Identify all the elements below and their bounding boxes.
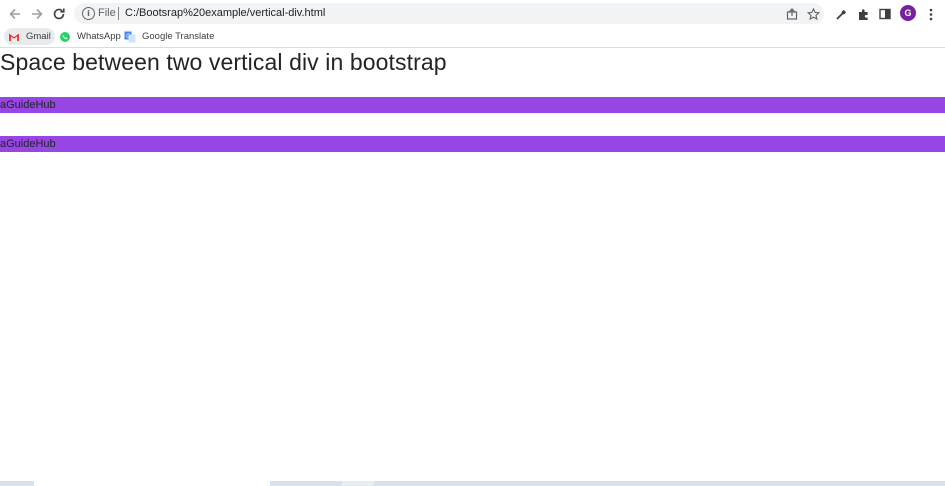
arrow-right-icon: [32, 8, 43, 20]
forward-button[interactable]: [27, 4, 47, 24]
whatsapp-icon: [60, 31, 70, 42]
menu-button[interactable]: [922, 5, 940, 23]
bookmark-google-translate[interactable]: G Google Translate: [120, 28, 218, 45]
bookmark-gmail[interactable]: Gmail: [4, 28, 55, 45]
side-panel-icon: [879, 8, 891, 20]
gmail-icon: [8, 33, 20, 41]
more-vert-icon: [929, 8, 933, 20]
taskbar-item[interactable]: [342, 481, 374, 486]
bookmark-label: Google Translate: [142, 31, 215, 42]
url-text[interactable]: C:/Bootsrap%20example/vertical-div.html: [125, 7, 325, 19]
share-icon: [786, 8, 798, 20]
eyedropper-icon: [835, 9, 846, 20]
content-block-1: aGuideHub: [0, 97, 945, 113]
bookmark-label: WhatsApp: [77, 31, 121, 42]
divider: [118, 7, 119, 20]
eyedropper-button[interactable]: [832, 5, 850, 23]
bookmarks-bar: Gmail WhatsApp G Google Translate: [0, 27, 945, 48]
address-bar[interactable]: i File C:/Bootsrap%20example/vertical-di…: [74, 3, 824, 24]
taskbar-search-box[interactable]: [34, 481, 270, 486]
bookmark-label: Gmail: [26, 31, 51, 42]
arrow-left-icon: [9, 8, 20, 20]
content-block-2: aGuideHub: [0, 136, 945, 152]
extensions-button[interactable]: [854, 5, 872, 23]
taskbar: [0, 481, 945, 486]
browser-toolbar: i File C:/Bootsrap%20example/vertical-di…: [0, 0, 945, 27]
profile-avatar[interactable]: G: [900, 5, 916, 21]
google-translate-icon: G: [124, 31, 136, 42]
info-icon[interactable]: i: [82, 7, 95, 20]
puzzle-icon: [858, 8, 868, 20]
bookmark-star-button[interactable]: [805, 6, 821, 22]
scheme-label: File: [98, 7, 116, 19]
star-icon: [806, 7, 820, 20]
svg-text:G: G: [126, 33, 131, 40]
bookmark-whatsapp[interactable]: WhatsApp: [55, 28, 125, 45]
side-panel-button[interactable]: [876, 5, 894, 23]
reload-button[interactable]: [49, 4, 69, 24]
share-button[interactable]: [784, 6, 800, 22]
back-button[interactable]: [5, 4, 25, 24]
reload-icon: [53, 8, 65, 20]
page-title: Space between two vertical div in bootst…: [0, 49, 447, 75]
